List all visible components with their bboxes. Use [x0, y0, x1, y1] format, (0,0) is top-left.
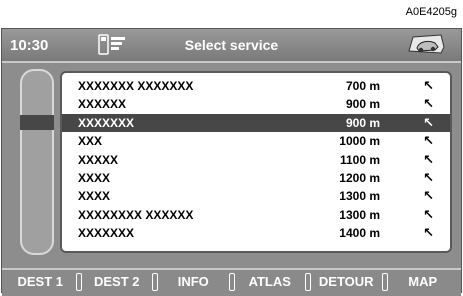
list-item[interactable]: XXXX 1200 m ↖	[62, 169, 450, 187]
direction-arrow-icon: ↖	[423, 170, 434, 185]
tab-detour[interactable]: DETOUR	[308, 270, 388, 296]
service-name: XXXXXXX	[78, 115, 135, 130]
direction-arrow-icon: ↖	[423, 96, 434, 112]
car-icon	[405, 33, 447, 62]
service-distance: 1400 m	[339, 226, 380, 241]
service-name: XXXXXX	[78, 97, 127, 112]
service-name: XXXXXXXX XXXXXX	[78, 207, 194, 222]
service-name: XXXXXXX	[78, 226, 135, 241]
service-distance: 1300 m	[339, 207, 380, 222]
scrollbar-track[interactable]	[20, 69, 54, 255]
screen-title: Select service	[184, 37, 279, 53]
list-item[interactable]: XXXXXXXX XXXXXX 1300 m ↖	[62, 206, 450, 224]
tab-label: DEST 2	[93, 274, 140, 289]
figure-reference-code: A0E4205g	[405, 6, 457, 18]
direction-arrow-icon: ↖	[423, 114, 434, 130]
tab-atlas[interactable]: ATLAS	[232, 270, 311, 296]
tab-label: DETOUR	[318, 274, 374, 289]
service-name: XXXX	[78, 171, 111, 185]
service-name: XXX	[78, 134, 103, 149]
list-item[interactable]: XXXXX 1100 m ↖	[62, 151, 450, 169]
bottom-tab-bar: DEST 1 DEST 2 INFO ATLAS DETOUR MAP	[2, 268, 461, 296]
service-list: XXXXXXX XXXXXXX 700 m ↖ XXXXXX 900 m ↖ X…	[60, 71, 452, 253]
scrollbar-thumb[interactable]	[20, 115, 54, 130]
list-item[interactable]: XXXXXX 900 m ↖	[62, 95, 450, 113]
list-item[interactable]: XXX 1000 m ↖	[62, 132, 450, 150]
header-bar: 10:30 Select service	[2, 29, 461, 63]
direction-arrow-icon: ↖	[423, 225, 434, 241]
tab-label: ATLAS	[248, 274, 291, 289]
service-distance: 1000 m	[339, 134, 380, 149]
list-item[interactable]: XXXX 1300 m ↖	[62, 187, 450, 205]
nav-screen: 10:30 Select service XXXXXXX XXXXXXX 700…	[1, 28, 462, 296]
list-item-selected[interactable]: XXXXXXX 900 m ↖	[62, 113, 450, 133]
tab-map[interactable]: MAP	[385, 270, 462, 296]
service-distance: 700 m	[345, 79, 380, 93]
tab-info[interactable]: INFO	[155, 270, 235, 296]
service-name: XXXX	[78, 189, 111, 204]
service-distance: 1100 m	[339, 152, 380, 167]
tab-dest-1[interactable]: DEST 1	[2, 270, 82, 296]
list-item[interactable]: XXXXXXX XXXXXXX 700 m ↖	[62, 77, 450, 95]
direction-arrow-icon: ↖	[423, 133, 434, 149]
direction-arrow-icon: ↖	[423, 151, 434, 167]
list-item[interactable]: XXXXXXX 1400 m ↖	[62, 224, 450, 242]
direction-arrow-icon: ↖	[423, 188, 434, 204]
tab-label: MAP	[408, 274, 438, 289]
service-name: XXXXX	[78, 152, 119, 167]
service-name: XXXXXXX XXXXXXX	[78, 79, 194, 93]
direction-arrow-icon: ↖	[423, 78, 434, 93]
service-distance: 900 m	[345, 97, 380, 112]
direction-arrow-icon: ↖	[423, 206, 434, 222]
service-distance: 1300 m	[339, 189, 380, 204]
service-distance: 900 m	[345, 115, 380, 130]
service-distance: 1200 m	[339, 171, 380, 185]
tab-label: INFO	[177, 274, 209, 289]
tab-dest-2[interactable]: DEST 2	[79, 270, 158, 296]
tab-label: DEST 1	[17, 274, 63, 289]
